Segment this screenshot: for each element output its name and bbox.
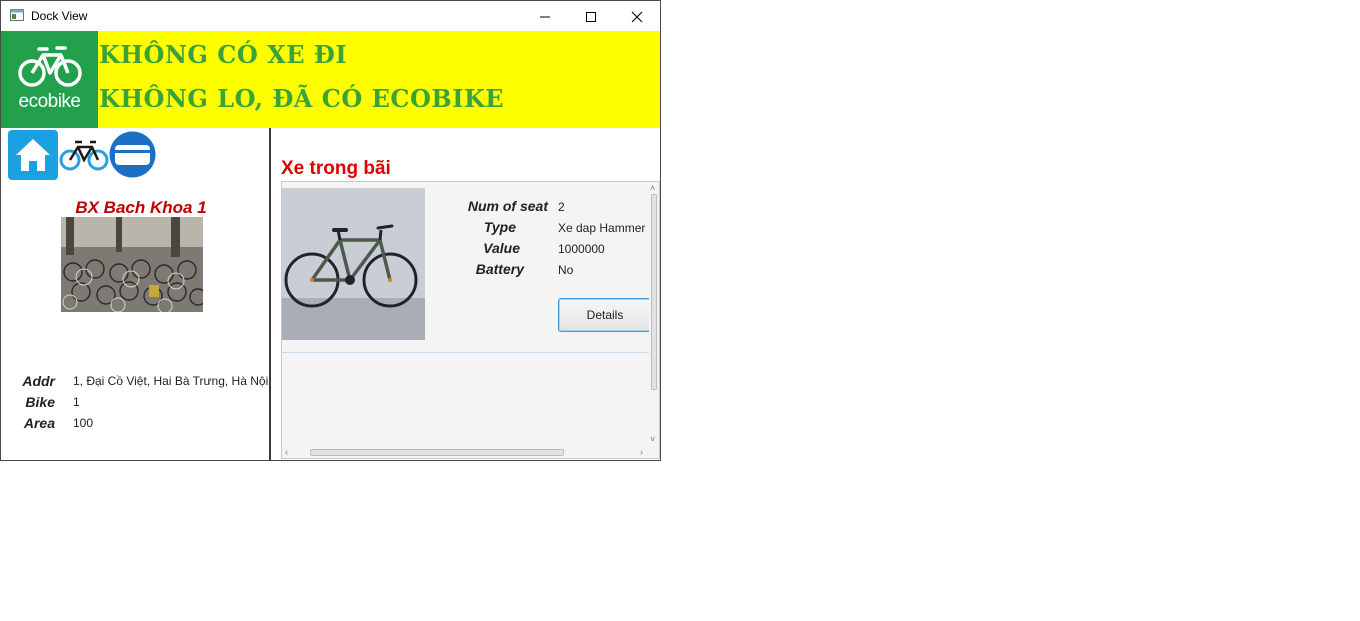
slogan-line-2: KHÔNG LO, ĐÃ CÓ ECOBIKE <box>99 84 505 113</box>
bike-nav-button[interactable] <box>59 138 109 172</box>
maximize-button[interactable] <box>568 1 614 31</box>
dock-view-window: Dock View ecobike KHÔNG CÓ XE ĐI KHÔNG L… <box>0 0 661 461</box>
home-button[interactable] <box>8 130 58 180</box>
vertical-scrollbar[interactable]: ˄ ˅ <box>649 182 659 446</box>
ecobike-logo: ecobike <box>1 31 98 128</box>
logo-text: ecobike <box>18 91 82 112</box>
maximize-icon <box>586 12 596 22</box>
dock-photo <box>61 217 203 312</box>
bikes-panel: Xe trong bãi Num of seat 2 Type Xe dap H… <box>271 128 660 460</box>
close-button[interactable] <box>614 1 660 31</box>
header-banner: ecobike KHÔNG CÓ XE ĐI KHÔNG LO, ĐÃ CÓ E… <box>1 31 660 128</box>
home-icon <box>16 139 50 171</box>
app-icon <box>10 9 24 21</box>
bike-icon <box>59 140 109 171</box>
dock-info-panel: BX Bach Khoa 1 Addr 1, Đại Cồ Việt, Hai … <box>1 128 269 460</box>
vertical-scroll-thumb[interactable] <box>651 194 657 390</box>
battery-value: No <box>558 263 574 277</box>
bike-list-scroll-pane[interactable]: Num of seat 2 Type Xe dap Hammer Value 1… <box>281 181 660 459</box>
bike-card: Num of seat 2 Type Xe dap Hammer Value 1… <box>282 182 652 353</box>
title-bar: Dock View <box>1 1 660 31</box>
type-label: Type <box>483 219 516 235</box>
value-label: Value <box>483 240 520 256</box>
bike-count-label: Bike <box>25 394 55 410</box>
close-icon <box>631 11 643 23</box>
type-value: Xe dap Hammer <box>558 221 646 235</box>
card-nav-button[interactable] <box>109 131 156 178</box>
value-value: 1000000 <box>558 242 605 256</box>
addr-label: Addr <box>22 373 55 389</box>
scroll-down-icon[interactable]: ˅ <box>650 434 655 444</box>
details-button[interactable]: Details <box>558 298 652 332</box>
scroll-left-icon[interactable]: ‹ <box>285 447 288 457</box>
window-title: Dock View <box>31 9 88 23</box>
logo-bike-icon <box>18 46 82 87</box>
scroll-right-icon[interactable]: › <box>640 447 643 457</box>
minimize-icon <box>540 16 550 18</box>
minimize-button[interactable] <box>522 1 568 31</box>
bike-count-value: 1 <box>73 395 80 409</box>
dock-name: BX Bach Khoa 1 <box>75 198 207 217</box>
horizontal-scroll-thumb[interactable] <box>310 449 564 456</box>
slogan-line-1: KHÔNG CÓ XE ĐI <box>99 40 348 69</box>
area-value: 100 <box>73 416 94 430</box>
horizontal-scrollbar[interactable]: ‹ › <box>282 446 659 458</box>
addr-value: 1, Đại Cồ Việt, Hai Bà Trưng, Hà Nội <box>73 374 269 388</box>
bikes-section-title: Xe trong bãi <box>281 158 391 179</box>
num-of-seat-value: 2 <box>558 200 565 214</box>
card-icon <box>109 131 156 178</box>
num-of-seat-label: Num of seat <box>467 198 548 214</box>
area-label: Area <box>23 415 55 431</box>
bike-photo <box>282 188 425 340</box>
battery-label: Battery <box>475 261 524 277</box>
scroll-up-icon[interactable]: ˄ <box>650 183 655 193</box>
